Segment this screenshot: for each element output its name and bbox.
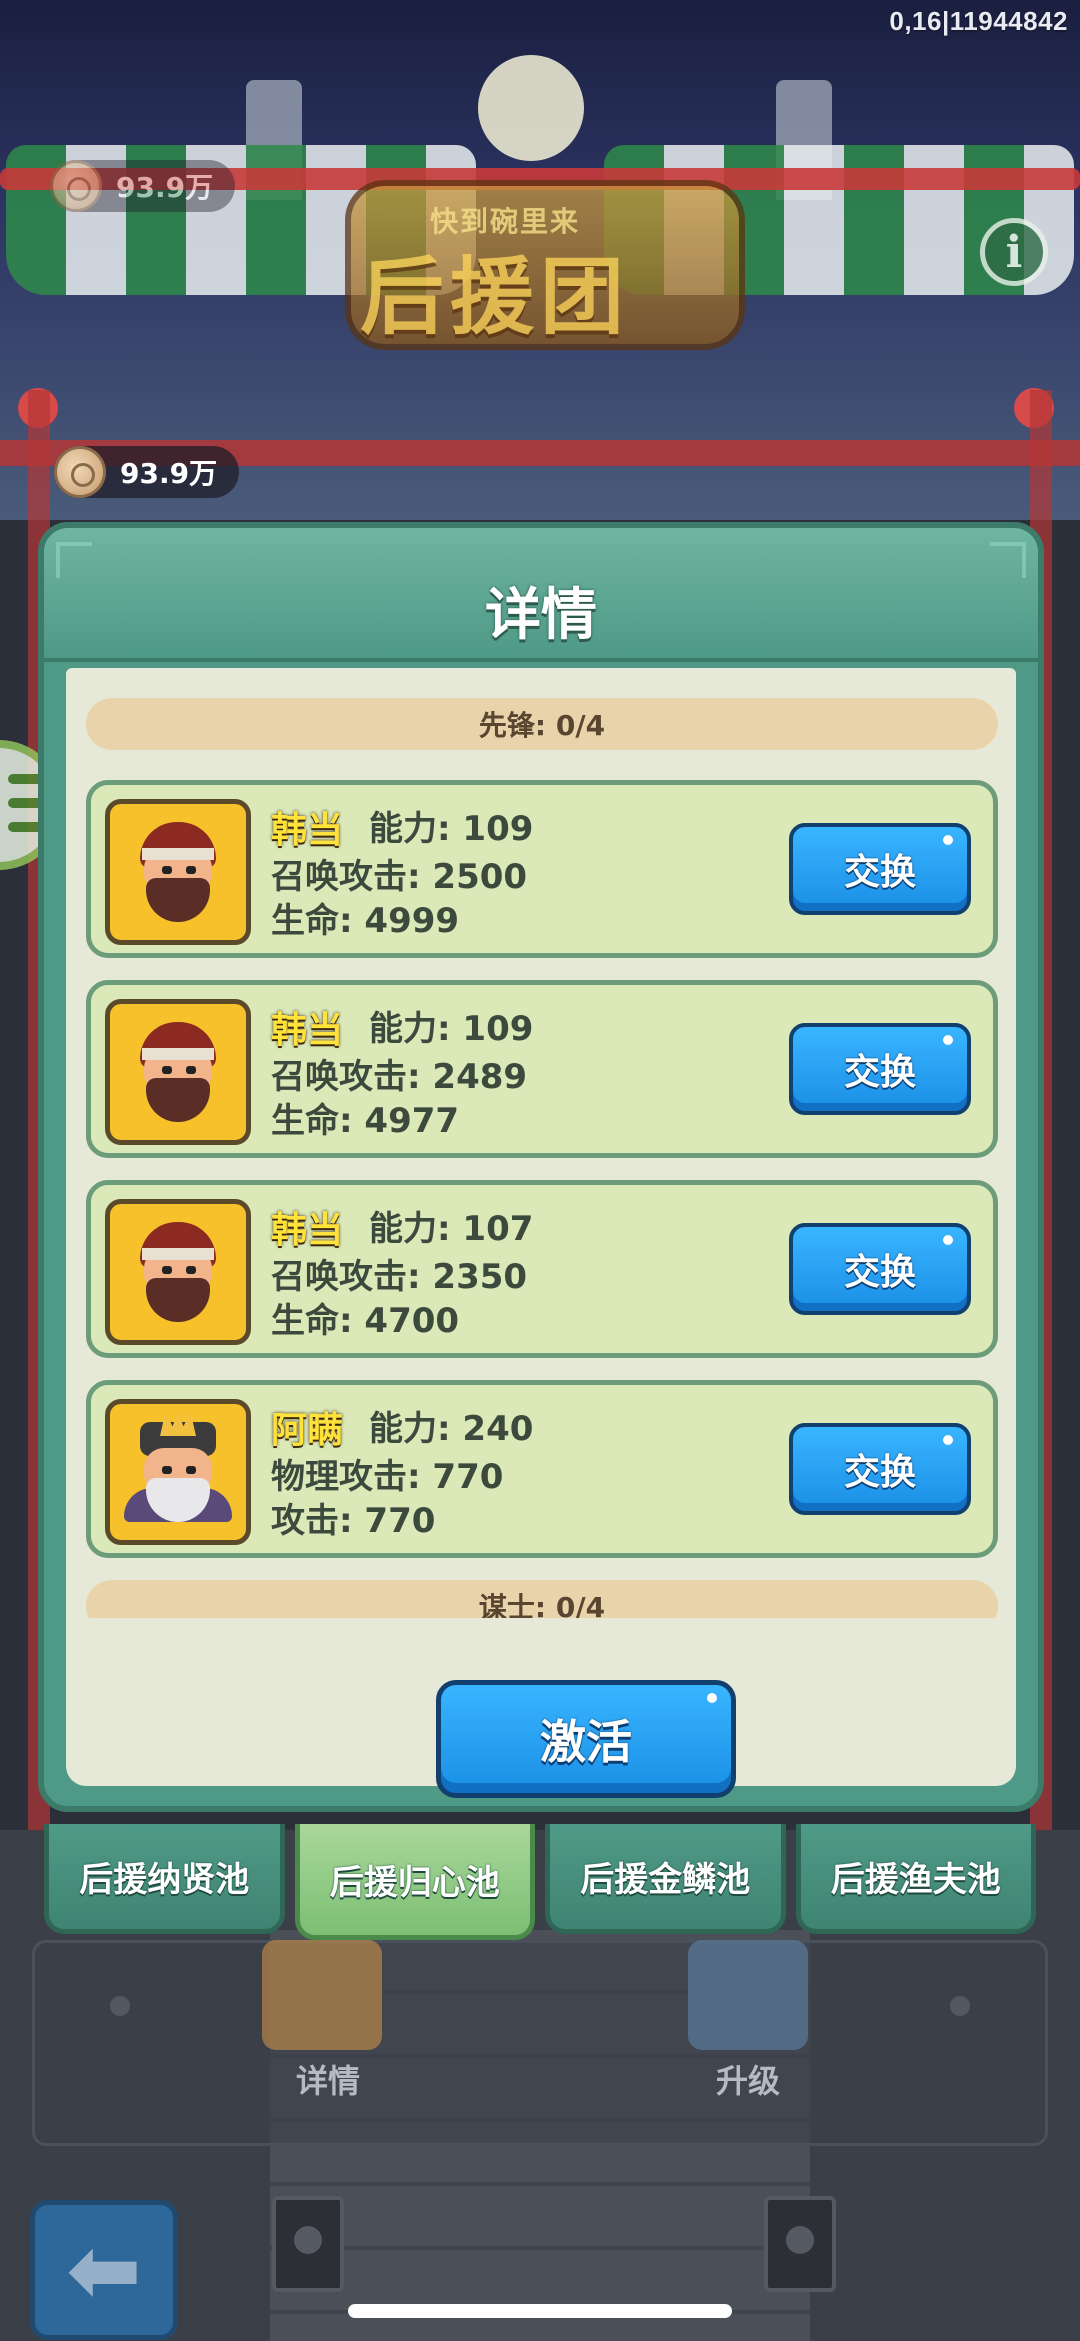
hero-name: 韩当 <box>271 810 344 851</box>
hero-attack: 物理攻击: 770 <box>271 1457 504 1497</box>
hero-card: 韩当 能力: 107 召唤攻击: 2350 生命: 4700 交换 <box>86 1180 998 1358</box>
panel-dot <box>950 1996 970 2016</box>
currency-display: 93.9万 <box>54 446 240 498</box>
hero-ability: 能力: 109 <box>369 809 534 849</box>
currency-amount-top: 93.9万 <box>116 171 214 204</box>
hero-card: 阿瞒 能力: 240 物理攻击: 770 攻击: 770 交换 <box>86 1380 998 1558</box>
dialog-title: 详情 <box>485 583 597 648</box>
hero-hp: 生命: 4977 <box>271 1101 460 1141</box>
hero-secondary-attack: 攻击: 770 <box>271 1501 436 1541</box>
hero-ability: 能力: 109 <box>369 1009 534 1049</box>
hero-ability: 能力: 107 <box>369 1209 534 1249</box>
dialog-body: 先锋: 0/4 韩当 能力: 109 召唤攻击: 2500 生命: 4999 交… <box>66 668 1016 1798</box>
speaker-right <box>764 2196 836 2292</box>
activate-button[interactable]: 激活 <box>436 1680 736 1798</box>
scroll-icon[interactable] <box>262 1940 382 2050</box>
pool-tabs: 后援纳贤池 后援归心池 后援金鳞池 后援渔夫池 <box>44 1824 1036 1940</box>
background-panel <box>32 1940 1048 2146</box>
hero-card: 韩当 能力: 109 召唤攻击: 2489 生命: 4977 交换 <box>86 980 998 1158</box>
swap-button[interactable]: 交换 <box>789 1223 971 1315</box>
hero-card: 韩当 能力: 109 召唤攻击: 2500 生命: 4999 交换 <box>86 780 998 958</box>
moon-decoration <box>478 55 584 161</box>
back-arrow-icon: ⬅ <box>66 2217 142 2323</box>
hero-ability: 能力: 240 <box>369 1409 534 1449</box>
hero-attack: 召唤攻击: 2350 <box>271 1257 528 1297</box>
section-header-vanguard: 先锋: 0/4 <box>86 698 998 750</box>
hero-name: 阿瞒 <box>271 1410 344 1451</box>
home-indicator[interactable] <box>348 2304 732 2318</box>
hero-portrait-icon <box>105 999 251 1145</box>
building-icon[interactable] <box>688 1940 808 2050</box>
lord-portrait-icon <box>105 1399 251 1545</box>
build-id-text: 0,16|11944842 <box>889 6 1068 36</box>
swap-button[interactable]: 交换 <box>789 1023 971 1115</box>
dialog-header: 详情 <box>44 528 1038 662</box>
hero-attack: 召唤攻击: 2489 <box>271 1057 528 1097</box>
speaker-left <box>272 2196 344 2292</box>
hero-name: 韩当 <box>271 1010 344 1051</box>
upgrade-label[interactable]: 升级 <box>716 2056 780 2102</box>
swap-button[interactable]: 交换 <box>789 823 971 915</box>
swap-button[interactable]: 交换 <box>789 1423 971 1515</box>
tab-pool-naxian[interactable]: 后援纳贤池 <box>44 1824 285 1934</box>
tab-pool-jinlin[interactable]: 后援金鳞池 <box>545 1824 786 1934</box>
back-button[interactable]: ⬅ <box>30 2200 178 2340</box>
tab-pool-guixin[interactable]: 后援归心池 <box>294 1824 535 1940</box>
details-label[interactable]: 详情 <box>296 2056 360 2102</box>
hero-hp: 生命: 4999 <box>271 901 460 941</box>
currency-amount: 93.9万 <box>120 457 218 490</box>
panel-dot <box>110 1996 130 2016</box>
coin-icon <box>50 160 102 212</box>
hero-list[interactable]: 先锋: 0/4 韩当 能力: 109 召唤攻击: 2500 生命: 4999 交… <box>86 698 998 1618</box>
logo-title: 后援团 <box>360 248 631 346</box>
tab-pool-yufu[interactable]: 后援渔夫池 <box>795 1824 1036 1934</box>
info-icon[interactable]: i <box>980 218 1048 286</box>
hero-hp: 生命: 4700 <box>271 1301 460 1341</box>
hero-portrait-icon <box>105 1199 251 1345</box>
hero-portrait-icon <box>105 799 251 945</box>
section-header-strategist: 谋士: 0/4 <box>86 1580 998 1618</box>
hero-name: 韩当 <box>271 1210 344 1251</box>
hero-attack: 召唤攻击: 2500 <box>271 857 528 897</box>
currency-display-top: 93.9万 <box>50 160 236 212</box>
coin-icon <box>54 446 106 498</box>
details-dialog: 详情 先锋: 0/4 韩当 能力: 109 召唤攻击: 2500 生命: 499… <box>38 522 1044 1812</box>
